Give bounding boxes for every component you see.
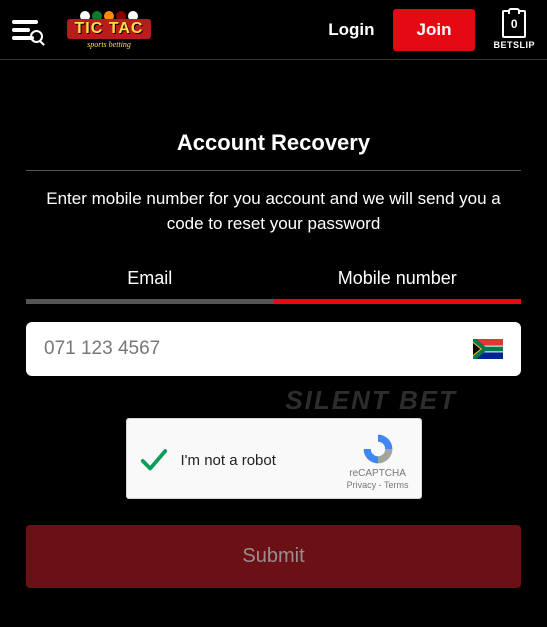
betslip-button[interactable]: 0 BETSLIP bbox=[493, 10, 535, 50]
header-right: Login Join 0 BETSLIP bbox=[328, 9, 535, 51]
recaptcha-widget[interactable]: I'm not a robot reCAPTCHA Privacy - Term… bbox=[126, 418, 422, 499]
menu-search-icon[interactable] bbox=[12, 20, 38, 40]
phone-input-row bbox=[26, 322, 521, 376]
flag-icon bbox=[473, 339, 503, 359]
recaptcha-icon bbox=[360, 431, 396, 467]
captcha-label: I'm not a robot bbox=[181, 452, 347, 469]
tab-email[interactable]: Email bbox=[26, 260, 274, 304]
logo-text: TIC TAC bbox=[67, 19, 152, 39]
content: Account Recovery Enter mobile number for… bbox=[0, 60, 547, 588]
captcha-terms[interactable]: Privacy - Terms bbox=[347, 480, 409, 490]
brand-logo[interactable]: TIC TAC sports betting bbox=[54, 8, 164, 52]
captcha-container: I'm not a robot reCAPTCHA Privacy - Term… bbox=[26, 418, 521, 499]
phone-input[interactable] bbox=[44, 338, 465, 360]
captcha-brand: reCAPTCHA bbox=[349, 468, 406, 479]
tab-mobile[interactable]: Mobile number bbox=[274, 260, 522, 304]
captcha-branding: reCAPTCHA Privacy - Terms bbox=[347, 431, 409, 490]
header: TIC TAC sports betting Login Join 0 BETS… bbox=[0, 0, 547, 60]
logo-subtitle: sports betting bbox=[87, 40, 131, 49]
betslip-label: BETSLIP bbox=[493, 40, 535, 50]
checkmark-icon bbox=[139, 446, 169, 476]
header-left: TIC TAC sports betting bbox=[12, 8, 164, 52]
join-button[interactable]: Join bbox=[393, 9, 476, 51]
recovery-tabs: Email Mobile number bbox=[26, 260, 521, 304]
betslip-count: 0 bbox=[511, 17, 518, 31]
page-title: Account Recovery bbox=[26, 130, 521, 171]
submit-button[interactable]: Submit bbox=[26, 525, 521, 588]
betslip-icon: 0 bbox=[502, 10, 526, 38]
login-link[interactable]: Login bbox=[328, 20, 374, 40]
instruction-text: Enter mobile number for you account and … bbox=[26, 171, 521, 260]
